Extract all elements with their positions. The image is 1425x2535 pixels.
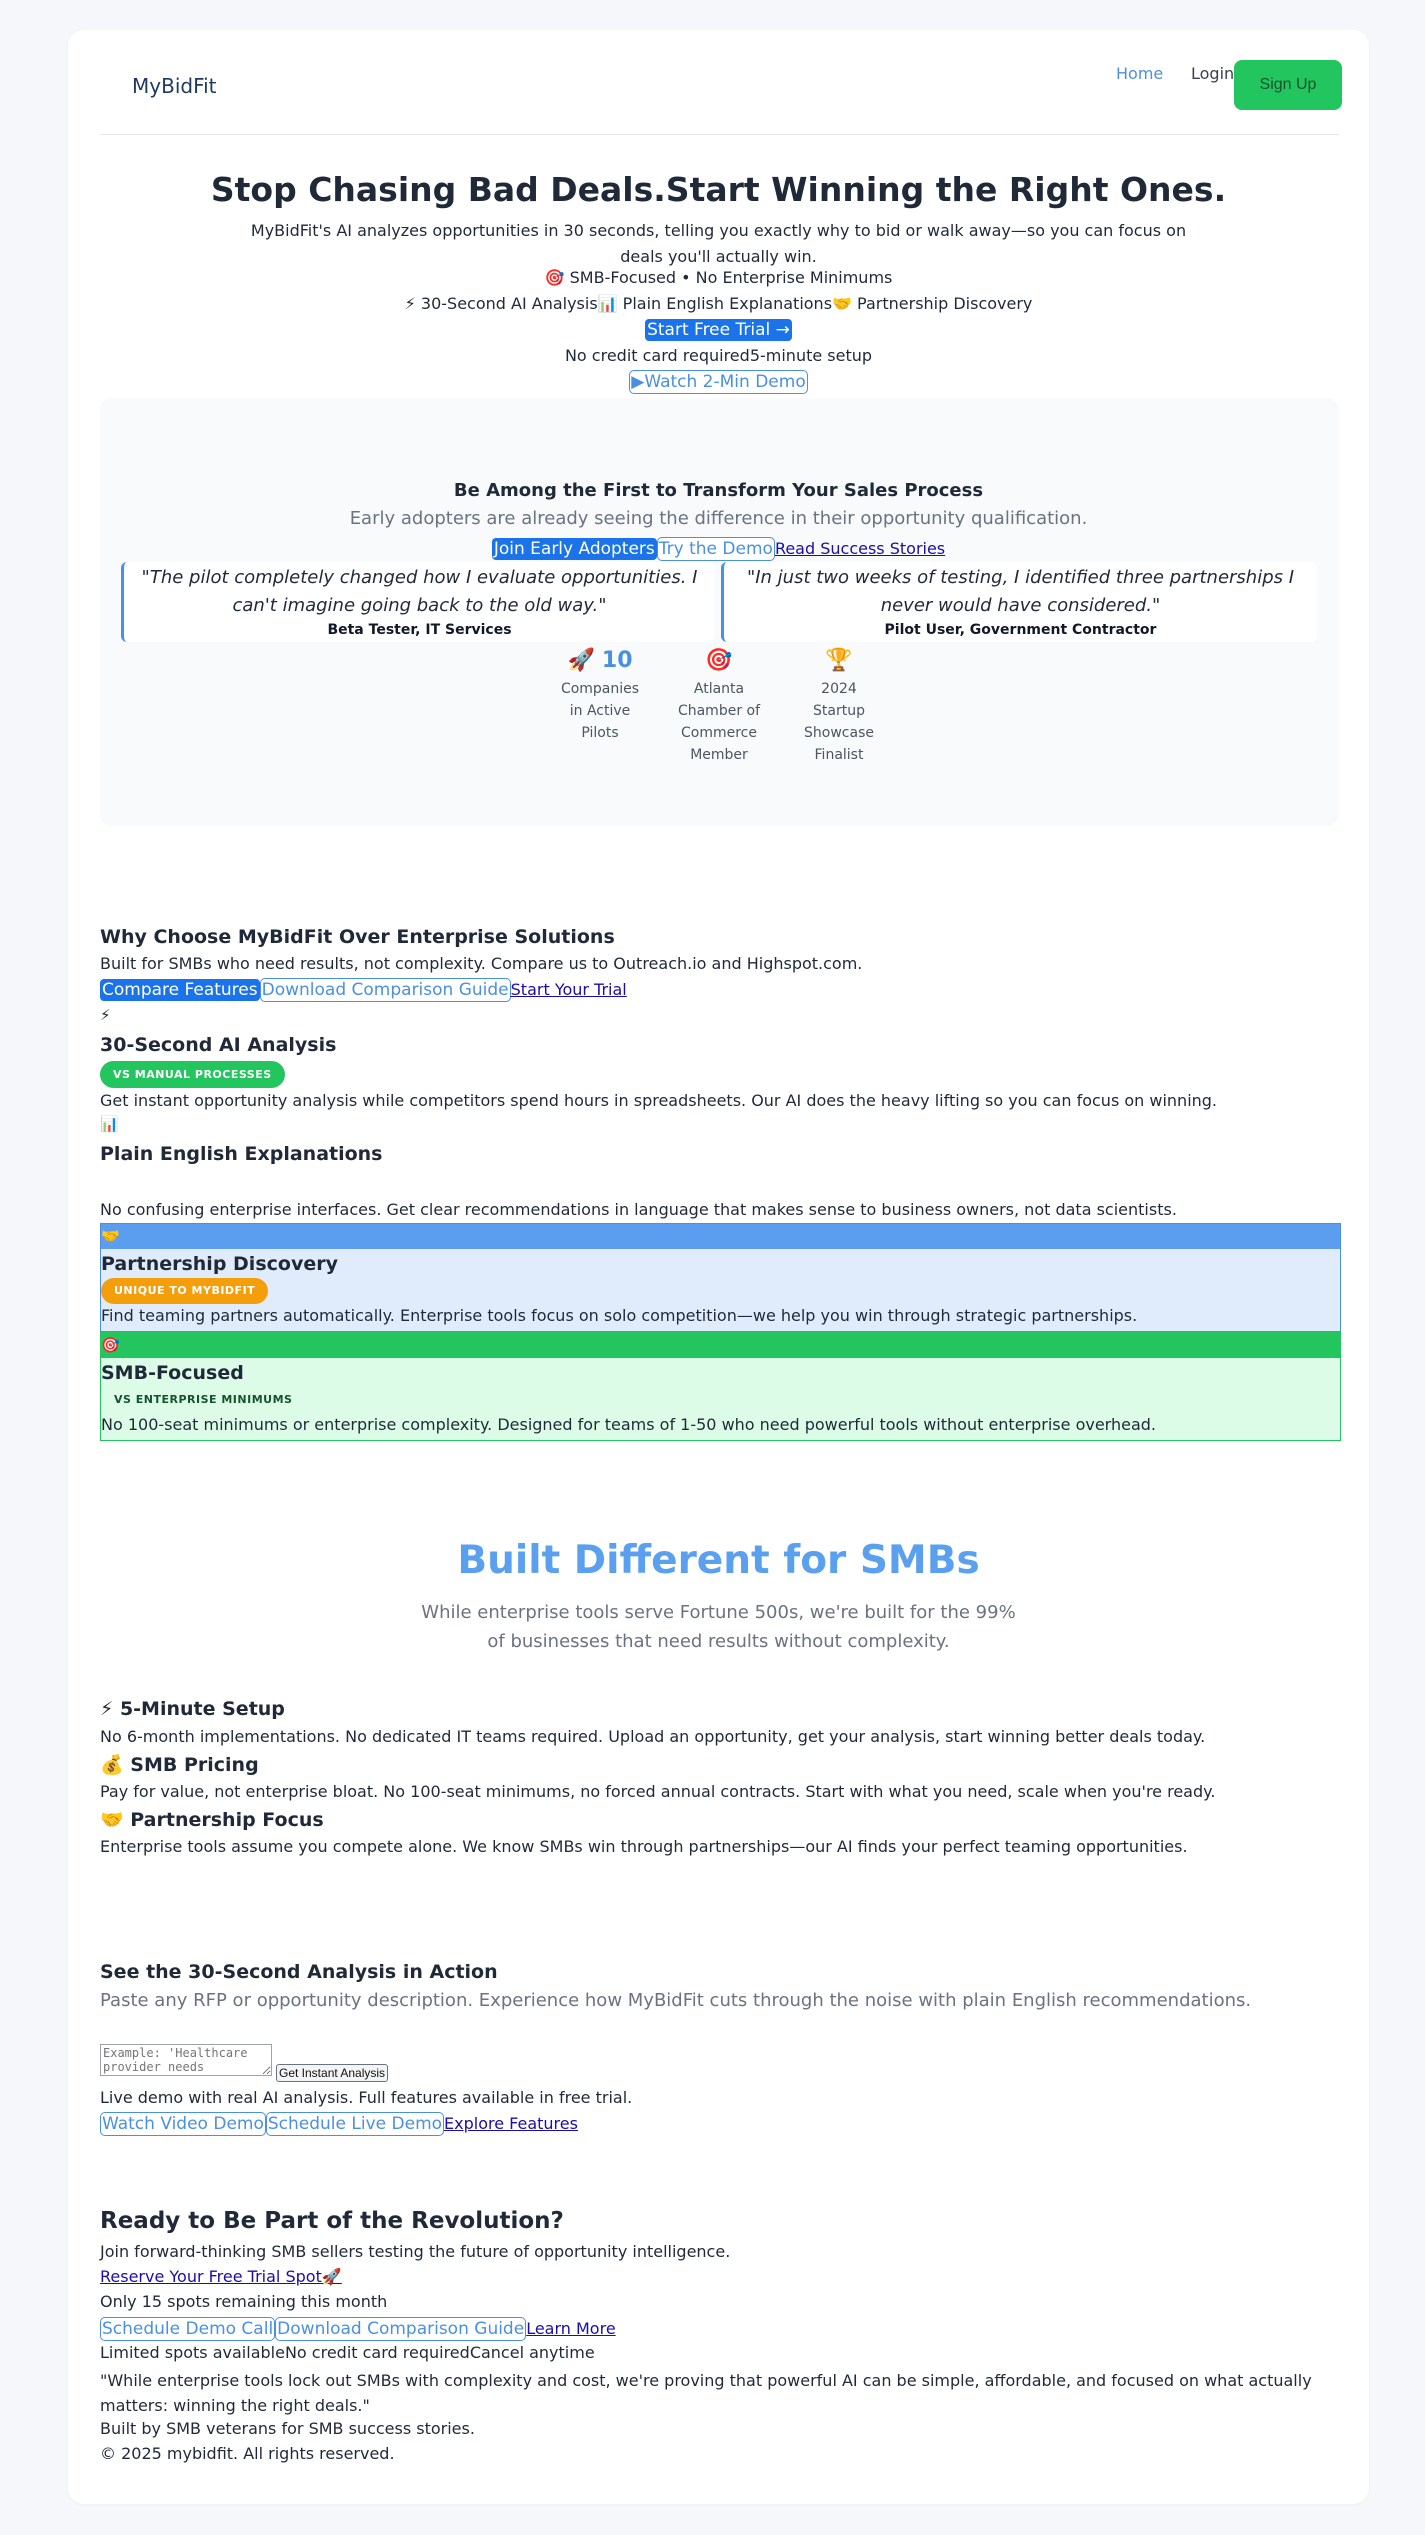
get-analysis-button[interactable]: Get Instant Analysis: [276, 2064, 389, 2082]
hero-title: Stop Chasing Bad Deals.Start Winning the…: [210, 170, 1227, 209]
testimonial-author: Pilot User, Government Contractor: [884, 622, 1157, 638]
chart-icon: 📊: [100, 1115, 119, 1133]
watch-video-button[interactable]: Watch Video Demo: [100, 2112, 266, 2136]
hero-demo-row: ▶Watch 2-Min Demo: [68, 370, 1369, 394]
feature-text: Get instant opportunity analysis while c…: [100, 1091, 1218, 1110]
watch-demo-button[interactable]: ▶Watch 2-Min Demo: [629, 370, 808, 394]
page-card: MyBidFit Home Login Sign Up Stop Chasing…: [68, 30, 1369, 2504]
trophy-icon: 🏆: [825, 648, 853, 673]
why-subtitle: Built for SMBs who need results, not com…: [100, 954, 863, 973]
hero-trust-notes: No credit card required5-minute setup: [68, 346, 1369, 365]
feature-ai-analysis: ⚡ 30-Second AI Analysis: [404, 294, 598, 313]
hero-description: MyBidFit's AI analyzes opportunities in …: [250, 221, 1187, 266]
stat-label: 2024 Startup Showcase Finalist: [804, 681, 874, 763]
feature-card-smb: 🎯 SMB-Focused VS ENTERPRISE MINIMUMS No …: [100, 1332, 1341, 1441]
cta-note: Cancel anytime: [469, 2343, 595, 2362]
hero-tagline: 🎯 SMB-Focused • No Enterprise Minimums: [544, 268, 893, 287]
stat-label: Atlanta Chamber of Commerce Member: [677, 681, 761, 763]
demo-buttons: Watch Video Demo Schedule Live Demo Explor…: [100, 2112, 1339, 2136]
feature-title: Plain English Explanations: [100, 1143, 383, 1165]
start-trial-link[interactable]: Start Your Trial: [511, 980, 627, 999]
cta-notes: Limited spots availableNo credit card re…: [100, 2343, 1339, 2362]
hero-feature-list: ⚡ 30-Second AI Analysis📊 Plain English E…: [68, 294, 1369, 313]
feature-badge-row: VS MANUAL PROCESSES: [100, 1061, 1339, 1088]
testimonial-author: Beta Tester, IT Services: [327, 622, 512, 638]
testimonial-quote: "The pilot completely changed how I eval…: [141, 567, 698, 616]
early-adopters-title: Be Among the First to Transform Your Sal…: [453, 480, 984, 501]
reserve-row: Reserve Your Free Trial Spot🚀: [100, 2267, 1339, 2286]
cta-note: No credit card required: [284, 2343, 470, 2362]
feature-plain-english: 📊 Plain English Explanations: [597, 294, 833, 313]
stat-showcase: 🏆 2024 Startup Showcase Finalist: [784, 644, 894, 766]
testimonial-quote: "In just two weeks of testing, I identif…: [746, 567, 1295, 616]
target-icon: 🎯: [705, 648, 733, 673]
stat-active-pilots: 🚀 10 Companies in Active Pilots: [545, 644, 655, 744]
demo-note: Live demo with real AI analysis. Full fe…: [100, 2088, 633, 2107]
reserve-trial-link[interactable]: Reserve Your Free Trial Spot🚀: [100, 2267, 342, 2286]
nav-home-link[interactable]: Home: [1116, 64, 1163, 83]
spots-remaining: Only 15 spots remaining this month: [100, 2292, 388, 2311]
stat-number: 10: [601, 648, 633, 673]
early-adopters-buttons: Join Early Adopters Try the Demo Read Succ…: [68, 537, 1369, 561]
handshake-icon: 🤝: [101, 1224, 1340, 1249]
hero-cta-row: Start Free Trial →: [68, 319, 1369, 341]
feature-title: SMB-Focused: [101, 1362, 244, 1384]
built-by-line: Built by SMB veterans for SMB success st…: [100, 2419, 475, 2438]
stat-chamber: 🎯 Atlanta Chamber of Commerce Member: [664, 644, 774, 766]
cta-title: Ready to Be Part of the Revolution?: [100, 2208, 564, 2234]
early-adopters-subtitle: Early adopters are already seeing the di…: [349, 508, 1088, 529]
feature-text: No confusing enterprise interfaces. Get …: [100, 1200, 1177, 1219]
compare-features-button[interactable]: Compare Features: [100, 979, 260, 1001]
read-success-stories-link[interactable]: Read Success Stories: [775, 539, 945, 558]
trust-note: 5-minute setup: [749, 346, 873, 365]
schedule-live-demo-button[interactable]: Schedule Live Demo: [265, 2112, 445, 2136]
built-subtitle: While enterprise tools serve Fortune 500…: [421, 1602, 1016, 1652]
cta-subtitle: Join forward-thinking SMB sellers testin…: [100, 2242, 731, 2261]
built-item-title: ⚡ 5-Minute Setup: [100, 1698, 285, 1720]
feature-title: Partnership Discovery: [101, 1253, 338, 1275]
explore-features-link[interactable]: Explore Features: [444, 2114, 578, 2133]
mission-quote: "While enterprise tools lock out SMBs wi…: [100, 2371, 1312, 2415]
why-buttons: Compare Features Download Comparison Guid…: [100, 978, 1339, 1002]
testimonial-card: "In just two weeks of testing, I identif…: [721, 562, 1317, 642]
why-title: Why Choose MyBidFit Over Enterprise Solu…: [100, 926, 615, 948]
cta-buttons: Schedule Demo Call Download Comparison Gu…: [100, 2317, 1339, 2341]
feature-badge: UNIQUE TO MYBIDFIT: [101, 1278, 269, 1304]
demo-subtitle: Paste any RFP or opportunity description…: [100, 1990, 1252, 2011]
nav-login-link[interactable]: Login: [1191, 64, 1234, 83]
lightning-icon: ⚡: [100, 1006, 111, 1024]
built-title: Built Different for SMBs: [457, 1538, 980, 1583]
learn-more-link[interactable]: Learn More: [526, 2319, 615, 2338]
target-icon: 🎯: [101, 1333, 1340, 1358]
download-guide-button[interactable]: Download Comparison Guide: [275, 2317, 527, 2341]
cta-note: Limited spots available: [100, 2343, 285, 2362]
built-item-text: Enterprise tools assume you compete alon…: [100, 1837, 1188, 1856]
join-early-adopters-button[interactable]: Join Early Adopters: [491, 538, 657, 560]
built-item-text: No 6-month implementations. No dedicated…: [100, 1727, 1206, 1746]
rocket-icon: 🚀: [567, 648, 595, 673]
start-free-trial-button[interactable]: Start Free Trial →: [645, 319, 792, 341]
built-item-text: Pay for value, not enterprise bloat. No …: [100, 1782, 1216, 1801]
built-item-title: 🤝 Partnership Focus: [100, 1809, 324, 1831]
feature-partnership: 🤝 Partnership Discovery: [832, 294, 1033, 313]
signup-button[interactable]: Sign Up: [1234, 60, 1342, 110]
feature-badge: VS ENTERPRISE MINIMUMS: [101, 1387, 306, 1413]
copyright: © 2025 mybidfit. All rights reserved.: [100, 2444, 395, 2463]
feature-title: 30-Second AI Analysis: [100, 1034, 337, 1056]
feature-badge: VS MANUAL PROCESSES: [100, 1061, 285, 1088]
feature-text: Find teaming partners automatically. Ent…: [101, 1306, 1138, 1325]
rfp-input[interactable]: [100, 2044, 272, 2076]
testimonial-card: "The pilot completely changed how I eval…: [121, 562, 715, 642]
demo-title: See the 30-Second Analysis in Action: [100, 1961, 498, 1983]
built-item-title: 💰 SMB Pricing: [100, 1754, 259, 1776]
brand-logo[interactable]: MyBidFit: [132, 74, 217, 98]
feature-card-partnership: 🤝 Partnership Discovery UNIQUE TO MYBIDF…: [100, 1223, 1341, 1332]
stat-label: Companies in Active Pilots: [560, 681, 640, 741]
site-header: MyBidFit Home Login Sign Up: [100, 30, 1342, 135]
schedule-demo-call-button[interactable]: Schedule Demo Call: [100, 2317, 276, 2341]
download-guide-button[interactable]: Download Comparison Guide: [259, 978, 511, 1002]
try-demo-button[interactable]: Try the Demo: [656, 537, 775, 561]
feature-text: No 100-seat minimums or enterprise compl…: [101, 1415, 1156, 1434]
trust-note: No credit card required: [564, 346, 750, 365]
